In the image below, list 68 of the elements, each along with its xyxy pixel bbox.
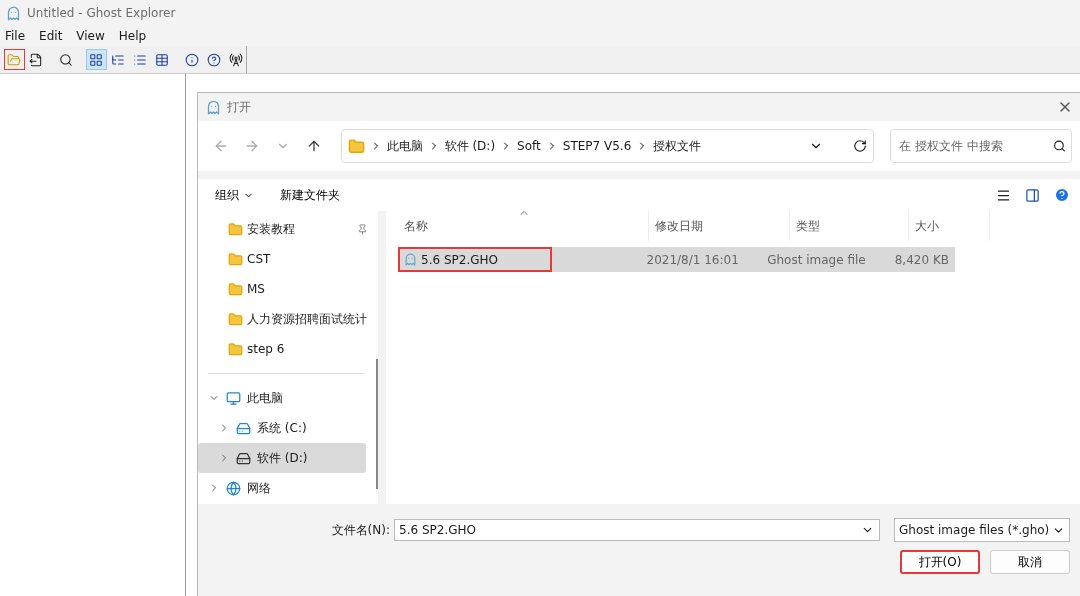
ghost-file-icon [404,253,417,266]
scrollbar[interactable] [376,359,378,489]
app-logo-icon [206,99,221,115]
info-icon [184,52,199,67]
file-row[interactable]: 5.6 SP2.GHO 2021/8/1 16:01 Ghost image file 8,420 KB [398,247,955,272]
file-cell[interactable]: Ghost image file [761,247,876,272]
refresh-icon[interactable] [853,139,868,153]
preview-pane-icon[interactable] [1025,187,1040,203]
help-icon[interactable] [1054,187,1070,203]
filename-label: 文件名(N): [331,521,390,539]
column-header[interactable]: 类型 [790,211,909,241]
filename-field[interactable]: 5.6 SP2.GHO [394,519,880,541]
globe-icon [226,480,241,496]
breadcrumb-item[interactable]: 软件 (D:) [444,137,496,155]
folder-icon [228,221,243,237]
app-logo-icon [6,5,21,21]
folder-icon [7,52,22,67]
folder-icon [228,281,243,297]
details-view-icon [154,52,169,67]
drive-icon [236,450,251,466]
search-field[interactable]: 在 授权文件 中搜索 [890,129,1072,163]
breadcrumb-item[interactable]: STEP7 V5.6 [562,139,632,153]
menu-item[interactable]: File [5,29,26,43]
window-title: Untitled - Ghost Explorer [27,6,176,20]
breadcrumb-item[interactable]: 此电脑 [386,137,423,155]
tree-view-icon [111,52,126,67]
toolbar-button[interactable] [85,49,107,70]
drive-icon [236,420,251,436]
filetype-dropdown[interactable]: Ghost image files (*.gho) [894,518,1070,542]
quick-access-item[interactable]: CST [198,244,374,274]
icons-view-icon [89,52,104,67]
nav-tree-item[interactable]: 此电脑 [198,383,366,413]
command-button[interactable]: 新建文件夹 [280,186,340,204]
search-icon[interactable] [1053,139,1066,153]
folder-icon [228,341,243,357]
folder-icon [228,311,243,327]
quick-access-item[interactable]: 人力资源招聘面试统计 [198,304,374,334]
command-button[interactable]: 组织 [215,186,254,204]
search-icon [59,52,74,67]
quick-access-item[interactable]: MS [198,274,374,304]
file-cell[interactable]: 5.6 SP2.GHO [398,247,552,272]
nav-tree-item[interactable]: 网络 [198,473,366,503]
list-view-icon [133,52,147,67]
menu-item[interactable]: Help [118,29,147,43]
quick-access-item[interactable]: step 6 [198,334,374,364]
column-header[interactable]: 大小 [909,211,990,241]
help-icon [206,52,221,67]
nav-tree-item[interactable]: 软件 (D:) [198,443,366,473]
antenna-icon [228,52,243,67]
dialog-button[interactable]: 打开(O) [900,550,980,574]
file-export-icon [29,52,44,67]
breadcrumb-item[interactable]: Soft [517,139,541,153]
breadcrumb-item[interactable]: 授权文件 [653,137,702,155]
column-header[interactable]: 名称 [398,211,649,241]
quick-access-item[interactable]: 安装教程 [198,214,374,244]
dialog-title: 打开 [227,98,251,116]
file-cell[interactable]: 2021/8/1 16:01 [640,247,762,272]
menu-item[interactable]: View [76,29,105,43]
folder-icon [347,137,365,155]
column-header[interactable]: 修改日期 [649,211,790,241]
menu-item[interactable]: Edit [39,29,63,43]
address-bar[interactable]: 此电脑 软件 (D:) Soft STEP7 V5.6 授权文件 [340,129,875,163]
file-cell[interactable]: 8,420 KB [875,247,955,272]
dialog-button[interactable]: 取消 [990,550,1070,574]
monitor-icon [226,390,241,406]
folder-icon [228,251,243,267]
nav-tree-item[interactable]: 系统 (C:) [198,413,366,443]
view-menu-icon[interactable] [996,187,1011,203]
